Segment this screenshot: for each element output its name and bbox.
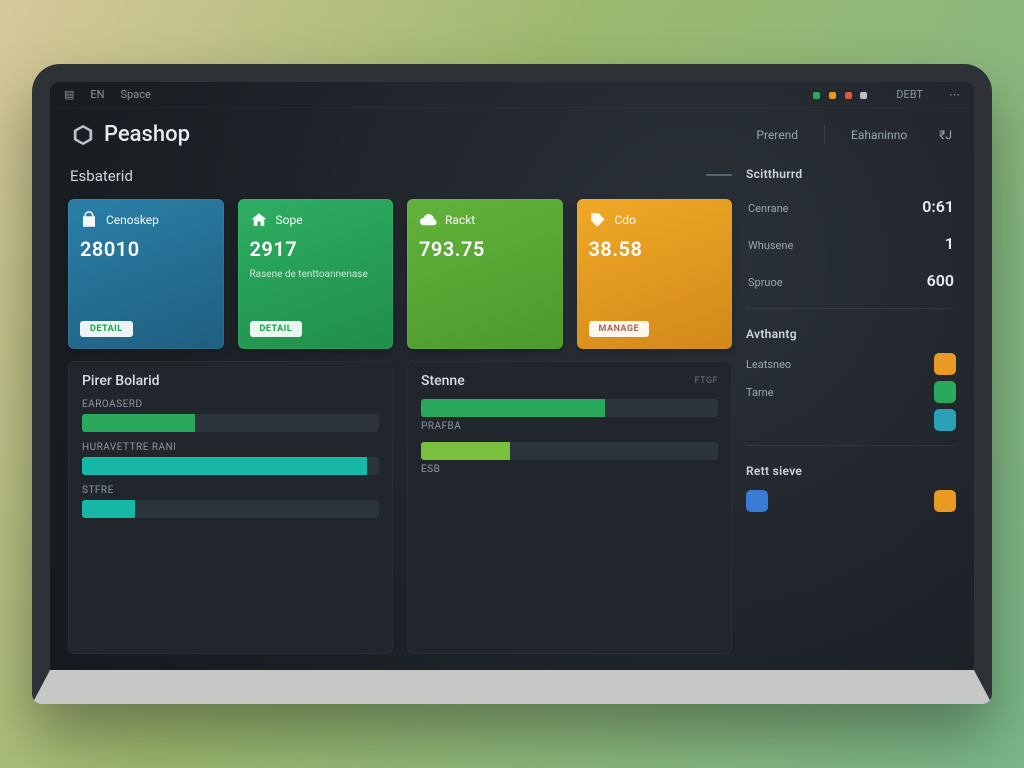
sidebar-heading: Scitthurrd — [746, 167, 956, 181]
progress-bar — [82, 457, 379, 475]
sidebar-item[interactable]: Leatsneo — [746, 353, 956, 375]
os-menubar: ▤ EN Space DEBT ⋯ — [50, 82, 974, 108]
card-action-button[interactable]: DETAIL — [250, 321, 303, 337]
app-screen: ▤ EN Space DEBT ⋯ Peashop Prerend E — [50, 82, 974, 670]
panel-badge: FTGF — [695, 376, 718, 386]
app-logo-icon — [72, 124, 94, 146]
cloud-icon — [419, 211, 437, 229]
laptop-frame: elshop ▤ EN Space DEBT ⋯ Peashop — [32, 64, 992, 704]
lower-panels: Pirer Bolarid EAROASERD HURAVETTRE RANI … — [68, 361, 732, 654]
stat-key: Spruoe — [748, 276, 783, 289]
color-chip-icon[interactable] — [934, 490, 956, 512]
right-sidebar: Scitthurrd Cenrane 0:61 Whusene 1 Spruoe… — [746, 163, 956, 654]
metric-cards-row: Cenoskep 28010 DETAIL Sope 2917 Rasene d… — [68, 199, 732, 349]
menubar-right-label: DEBT — [896, 88, 923, 101]
bar-row: PRAFBA — [421, 399, 718, 432]
bar-label: ESB — [421, 464, 718, 475]
indicator-dot — [860, 92, 867, 99]
card-label: Rackt — [445, 213, 475, 227]
sidebar-item[interactable]: Tarne — [746, 381, 956, 403]
card-label: Cdo — [615, 213, 636, 227]
bar-label: HURAVETTRE RANI — [82, 442, 379, 453]
bar-label: PRAFBA — [421, 421, 718, 432]
metric-card-rackt[interactable]: Rackt 793.75 — [407, 199, 563, 349]
sidebar-chip-row — [746, 490, 956, 512]
metric-card-cdo[interactable]: Cdo 38.58 MANAGE — [577, 199, 733, 349]
progress-bar — [421, 399, 718, 417]
card-subtext: Rasene de tenttoannenase — [250, 269, 382, 280]
sidebar-heading: Rett sieve — [746, 464, 956, 478]
metric-card-sope[interactable]: Sope 2917 Rasene de tenttoannenase DETAI… — [238, 199, 394, 349]
stat-value: 0:61 — [922, 197, 954, 216]
dashboard-title: Esbaterid — [70, 167, 133, 185]
color-chip-icon — [934, 409, 956, 431]
status-indicators — [810, 88, 870, 101]
stat-value: 600 — [927, 271, 954, 290]
indicator-dot — [845, 92, 852, 99]
bar-row: HURAVETTRE RANI — [82, 442, 379, 475]
card-label: Cenoskep — [106, 213, 159, 227]
card-value: 28010 — [80, 237, 212, 261]
laptop-brand: elshop — [50, 681, 974, 700]
sidebar-item-label — [746, 414, 749, 427]
menu-icon: ▤ — [64, 88, 74, 101]
topnav-divider — [824, 126, 825, 144]
divider — [746, 445, 956, 446]
topnav-currency-icon[interactable]: ₹J — [939, 128, 952, 142]
sidebar-item-label: Tarne — [746, 386, 774, 399]
app-name: Peashop — [104, 122, 190, 147]
panel-title: Pirer Bolarid — [82, 373, 379, 389]
card-value: 793.75 — [419, 237, 551, 261]
stat-row: Cenrane 0:61 — [746, 193, 956, 220]
collapse-icon[interactable] — [706, 174, 732, 176]
bar-row: ESB — [421, 442, 718, 475]
stat-value: 1 — [945, 234, 954, 253]
bar-label: EAROASERD — [82, 399, 379, 410]
stat-row: Spruoe 600 — [746, 267, 956, 294]
card-value: 2917 — [250, 237, 382, 261]
divider — [746, 308, 956, 309]
main-column: Esbaterid Cenoskep 28010 DETAIL — [68, 163, 732, 654]
card-label: Sope — [276, 213, 303, 227]
panel-right: Stenne FTGF PRAFBA ESB — [407, 361, 732, 654]
bar-row: EAROASERD — [82, 399, 379, 432]
sidebar-item-label: Leatsneo — [746, 358, 791, 371]
panel-title: Stenne — [421, 373, 465, 389]
menubar-item[interactable]: Space — [121, 88, 151, 101]
card-action-button[interactable]: MANAGE — [589, 321, 650, 337]
card-action-button[interactable]: DETAIL — [80, 321, 133, 337]
sidebar-list: Leatsneo Tarne — [746, 353, 956, 431]
panel-left: Pirer Bolarid EAROASERD HURAVETTRE RANI … — [68, 361, 393, 654]
topnav-item[interactable]: Eahaninno — [851, 128, 907, 142]
progress-bar — [82, 500, 379, 518]
top-nav: Prerend Eahaninno ₹J — [756, 126, 952, 144]
sidebar-heading: Avthantg — [746, 327, 956, 341]
color-chip-icon — [934, 353, 956, 375]
menubar-item[interactable]: EN — [90, 88, 104, 101]
bar-label: STFRE — [82, 485, 379, 496]
progress-bar — [421, 442, 718, 460]
card-value: 38.58 — [589, 237, 721, 261]
tag-icon — [589, 211, 607, 229]
stat-key: Cenrane — [748, 202, 788, 215]
indicator-dot — [829, 92, 836, 99]
bar-row: STFRE — [82, 485, 379, 518]
stat-key: Whusene — [748, 239, 793, 252]
stat-row: Whusene 1 — [746, 230, 956, 257]
metric-card-cenoskep[interactable]: Cenoskep 28010 DETAIL — [68, 199, 224, 349]
app-bar: Peashop Prerend Eahaninno ₹J — [50, 108, 974, 157]
indicator-dot — [813, 92, 820, 99]
sidebar-item[interactable] — [746, 409, 956, 431]
progress-bar — [82, 414, 379, 432]
menubar-overflow-icon[interactable]: ⋯ — [949, 88, 960, 101]
color-chip-icon[interactable] — [746, 490, 768, 512]
color-chip-icon — [934, 381, 956, 403]
home-icon — [250, 211, 268, 229]
bag-icon — [80, 211, 98, 229]
topnav-item[interactable]: Prerend — [756, 128, 798, 142]
